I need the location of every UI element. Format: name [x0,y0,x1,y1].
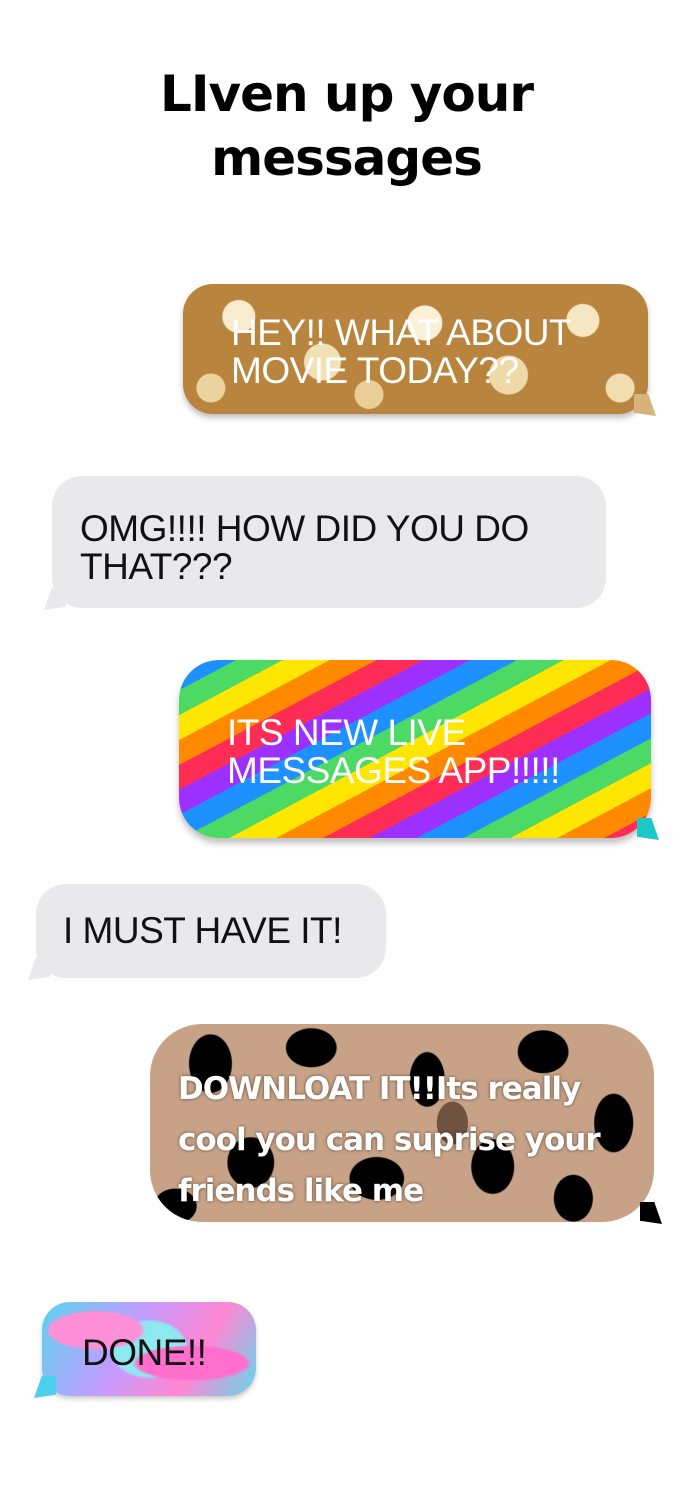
message-bubble-marble[interactable]: DONE!! [34,1302,256,1398]
message-line: THAT??? [80,546,233,587]
message-line: HEY!! WHAT ABOUT [231,312,572,353]
title-line-1: LIven up your [160,65,534,123]
message-bubble-leopard[interactable]: DOWNLOAT IT!!Its really cool you can sup… [150,1024,662,1224]
message-line: ITS NEW LIVE [227,712,466,753]
message-bubble-gray[interactable]: OMG!!!! HOW DID YOU DO THAT??? [44,476,606,610]
message-line: MESSAGES APP!!!!! [227,750,560,791]
message-bubble-rainbow[interactable]: ITS NEW LIVE MESSAGES APP!!!!! [179,660,659,840]
message-bubble-popcorn[interactable]: HEY!! WHAT ABOUT MOVIE TODAY?? [183,284,656,416]
message-line: DOWNLOAT IT!!Its really [178,1071,581,1107]
bubble-tail [634,394,656,416]
bubble-tail [28,958,50,980]
message-line: I MUST HAVE IT! [63,910,342,951]
bubble-tail [637,818,659,840]
message-bubble-gray[interactable]: I MUST HAVE IT! [28,884,386,980]
title-line-2: messages [211,129,483,187]
message-line: OMG!!!! HOW DID YOU DO [80,508,529,549]
message-line: MOVIE TODAY?? [231,350,519,391]
bubble-tail [44,588,66,610]
bubble-tail [34,1376,56,1398]
message-line: DONE!! [82,1332,207,1373]
message-line: friends like me [178,1173,424,1209]
page-title: LIven up your messages [0,62,693,190]
message-line: cool you can suprise your [178,1122,601,1158]
